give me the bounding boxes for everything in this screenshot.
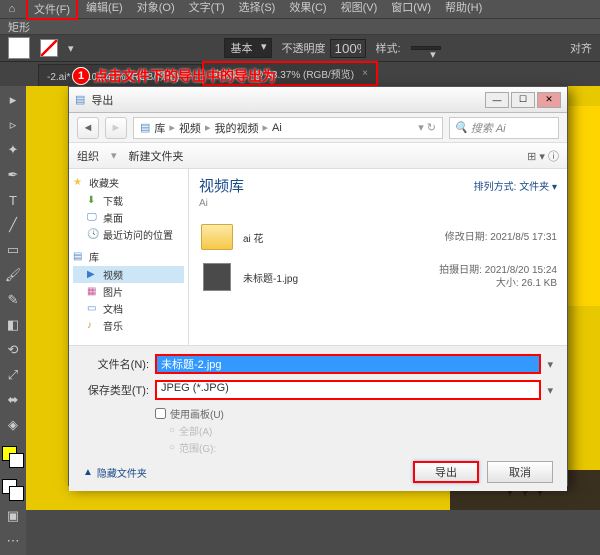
back-button[interactable]: ◄ <box>77 117 99 139</box>
brush-tool[interactable]: 🖌 <box>3 265 23 285</box>
fill-swatch[interactable] <box>8 37 30 59</box>
rotate-tool[interactable]: ⟲ <box>3 340 23 360</box>
align-label[interactable]: 对齐 <box>570 40 592 56</box>
download-icon: ⬇ <box>87 195 99 207</box>
screen-mode[interactable]: ▣ <box>3 506 23 526</box>
shape-tool[interactable]: ◈ <box>3 415 23 435</box>
dialog-icon: ▤ <box>75 93 85 106</box>
dialog-titlebar: ▤ 导出 — ☐ ✕ <box>69 87 567 113</box>
sidebar-item-recent[interactable]: 🕓最近访问的位置 <box>73 226 184 243</box>
color-swatch-2[interactable] <box>2 479 24 501</box>
annotation-1-icon: 1 <box>72 67 90 85</box>
chevron-up-icon: ▲ <box>83 467 93 478</box>
cancel-button[interactable]: 取消 <box>487 461 553 483</box>
file-row[interactable]: 未标题-1.jpg 拍摄日期: 2021/8/20 15:24大小: 26.1 … <box>199 259 557 295</box>
music-icon: ♪ <box>87 320 99 332</box>
filename-input[interactable]: 未标题-2.jpg <box>155 354 541 374</box>
close-button[interactable]: ✕ <box>537 92 561 108</box>
sidebar-item-music[interactable]: ♪音乐 <box>73 317 184 334</box>
minimize-button[interactable]: — <box>485 92 509 108</box>
menu-object[interactable]: 对象(O) <box>131 0 181 20</box>
sidebar-item-downloads[interactable]: ⬇下载 <box>73 192 184 209</box>
menu-window[interactable]: 窗口(W) <box>385 0 437 20</box>
recent-icon: 🕓 <box>87 229 99 241</box>
jpg-icon <box>203 263 231 291</box>
more-tools[interactable]: ⋯ <box>3 531 23 551</box>
desktop-icon: 🖵 <box>87 212 99 224</box>
opacity-input[interactable] <box>330 39 366 58</box>
eraser-tool[interactable]: ◧ <box>3 315 23 335</box>
direct-select-tool[interactable]: ▹ <box>3 115 23 135</box>
stroke-swatch[interactable] <box>40 39 58 57</box>
pen-tool[interactable]: ✒ <box>3 165 23 185</box>
menu-effect[interactable]: 效果(C) <box>283 0 332 20</box>
library-icon: ▤ <box>73 251 85 263</box>
wand-tool[interactable]: ✦ <box>3 140 23 160</box>
export-dialog: ▤ 导出 — ☐ ✕ ◄ ► ▤ 库▸ 视频▸ 我的视频▸ Ai ▾ ↻ 🔍 搜索… <box>68 86 568 486</box>
selection-tool[interactable]: ▸ <box>3 90 23 110</box>
artboard-checkbox[interactable] <box>155 408 166 419</box>
tools-panel: ▸ ▹ ✦ ✒ T ╱ ▭ 🖌 ✎ ◧ ⟲ ⤢ ⬌ ◈ ▣ ⋯ <box>0 86 26 555</box>
pencil-tool[interactable]: ✎ <box>3 290 23 310</box>
picture-icon: ▦ <box>87 286 99 298</box>
filetype-label: 保存类型(T): <box>83 382 149 398</box>
hide-folders-toggle[interactable]: ▲隐藏文件夹 <box>83 465 147 480</box>
search-input[interactable]: 🔍 搜索 Ai <box>449 117 559 139</box>
export-button[interactable]: 导出 <box>413 461 479 483</box>
star-icon: ★ <box>73 177 85 189</box>
video-icon: ▶ <box>87 269 99 281</box>
rect-tool[interactable]: ▭ <box>3 240 23 260</box>
folder-icon <box>201 224 233 250</box>
close-icon[interactable]: × <box>362 68 368 79</box>
dialog-title: 导出 <box>91 92 113 108</box>
menu-select[interactable]: 选择(S) <box>233 0 282 20</box>
menu-text[interactable]: 文字(T) <box>183 0 231 20</box>
organize-button[interactable]: 组织 <box>77 148 99 164</box>
maximize-button[interactable]: ☐ <box>511 92 535 108</box>
menu-view[interactable]: 视图(V) <box>335 0 384 20</box>
sidebar-item-videos[interactable]: ▶视频 <box>73 266 184 283</box>
tool-label: 矩形 <box>0 18 600 34</box>
annotation-1-text: 点击文件下的导出中的导出为 <box>94 66 276 86</box>
forward-button[interactable]: ► <box>105 117 127 139</box>
library-sub: Ai <box>199 198 557 209</box>
width-tool[interactable]: ⬌ <box>3 390 23 410</box>
sidebar-item-documents[interactable]: ▭文档 <box>73 300 184 317</box>
options-bar: ▾ 基本 不透明度 样式: 对齐 <box>0 34 600 62</box>
document-icon: ▭ <box>87 303 99 315</box>
file-row[interactable]: ai 花 修改日期: 2021/8/5 17:31 <box>199 219 557 255</box>
style-label: 样式: <box>376 40 401 56</box>
menu-help[interactable]: 帮助(H) <box>439 0 488 20</box>
new-folder-button[interactable]: 新建文件夹 <box>129 148 184 164</box>
brush-dropdown[interactable]: 基本 <box>224 38 272 58</box>
filetype-dropdown[interactable]: JPEG (*.JPG) <box>155 380 541 400</box>
scale-tool[interactable]: ⤢ <box>3 365 23 385</box>
file-list: 视频库 排列方式: 文件夹 ▾ Ai ai 花 修改日期: 2021/8/5 1… <box>189 169 567 345</box>
line-tool[interactable]: ╱ <box>3 215 23 235</box>
type-tool[interactable]: T <box>3 190 23 210</box>
sidebar: ★收藏夹 ⬇下载 🖵桌面 🕓最近访问的位置 ▤库 ▶视频 ▦图片 ▭文档 ♪音乐 <box>69 169 189 345</box>
menu-bar: 文件(F) 编辑(E) 对象(O) 文字(T) 选择(S) 效果(C) 视图(V… <box>26 0 488 20</box>
color-swatch[interactable] <box>2 446 24 468</box>
path-bar[interactable]: ▤ 库▸ 视频▸ 我的视频▸ Ai ▾ ↻ <box>133 117 443 139</box>
menu-file[interactable]: 文件(F) <box>26 0 78 20</box>
library-title: 视频库 <box>199 175 244 196</box>
sort-dropdown[interactable]: 文件夹 ▾ <box>519 182 557 193</box>
menu-edit[interactable]: 编辑(E) <box>80 0 129 20</box>
style-dropdown[interactable] <box>411 46 441 50</box>
filename-label: 文件名(N): <box>83 356 149 372</box>
sidebar-item-desktop[interactable]: 🖵桌面 <box>73 209 184 226</box>
opacity-label: 不透明度 <box>282 40 326 56</box>
home-icon[interactable]: ⌂ <box>4 1 20 17</box>
sidebar-item-pictures[interactable]: ▦图片 <box>73 283 184 300</box>
